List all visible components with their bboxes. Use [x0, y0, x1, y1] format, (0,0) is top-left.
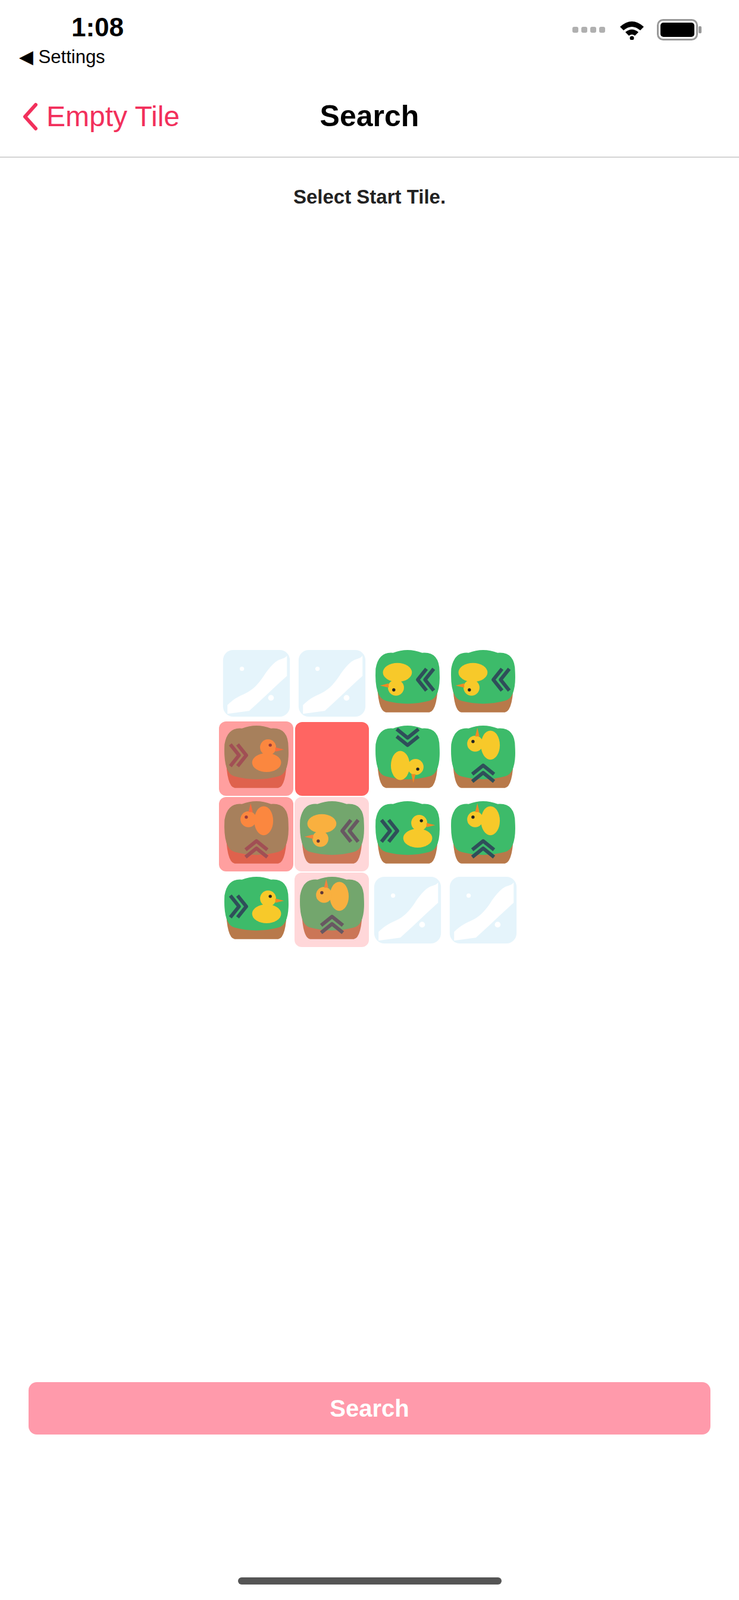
- back-button[interactable]: Empty Tile: [0, 95, 321, 139]
- wifi-icon: [618, 19, 645, 40]
- board-row: [218, 644, 521, 721]
- board-tile[interactable]: [445, 720, 521, 797]
- duck-tile-icon: [446, 646, 520, 720]
- water-tile-icon: [371, 873, 444, 947]
- duck-tile-icon: [220, 873, 293, 947]
- board-row: [218, 720, 521, 797]
- duck-tile-icon: [371, 722, 444, 795]
- duck-tile-icon: [371, 797, 444, 871]
- status-bar: 1:08◀ Settings: [0, 0, 739, 84]
- tile-highlight: [218, 721, 294, 796]
- water-tile-icon: [220, 646, 293, 720]
- board-tile[interactable]: [369, 796, 446, 872]
- tile-highlight: [294, 796, 369, 872]
- tile-highlight: [218, 796, 294, 872]
- board-tile[interactable]: [369, 644, 446, 721]
- board-tile[interactable]: [369, 720, 446, 797]
- duck-tile-icon: [446, 722, 520, 795]
- empty-tile: [295, 721, 369, 796]
- board-tile[interactable]: [445, 871, 521, 948]
- search-button[interactable]: Search: [28, 1381, 711, 1434]
- board: [218, 644, 521, 948]
- board-tile[interactable]: [293, 871, 370, 948]
- board-tile[interactable]: [218, 644, 294, 721]
- tile-highlight: [294, 872, 369, 947]
- prompt: Select Start Tile.: [0, 185, 739, 209]
- duck-tile-icon: [371, 646, 444, 720]
- board-tile[interactable]: [293, 720, 370, 797]
- status-time: 1:08: [71, 10, 124, 45]
- nav-bar: Empty TileSearch: [0, 83, 739, 158]
- signal-icon: [572, 25, 607, 34]
- home-indicator: [238, 1576, 502, 1584]
- screen: 1:08◀ SettingsEmpty TileSearchSelect Sta…: [0, 0, 739, 1600]
- back-to-app[interactable]: ◀ Settings: [19, 45, 124, 70]
- board-row: [218, 871, 521, 948]
- board-tile[interactable]: [218, 871, 294, 948]
- water-tile-icon: [295, 646, 369, 720]
- board-row: [218, 796, 521, 872]
- board-tile[interactable]: [369, 871, 446, 948]
- nav-title: Search: [320, 94, 420, 139]
- board-tile[interactable]: [218, 720, 294, 797]
- board-tile[interactable]: [445, 644, 521, 721]
- water-tile-icon: [446, 873, 520, 947]
- battery-icon: [656, 19, 703, 41]
- board-tile[interactable]: [293, 644, 370, 721]
- duck-tile-icon: [446, 797, 520, 871]
- board-tile[interactable]: [445, 796, 521, 872]
- board-tile[interactable]: [218, 796, 294, 872]
- chevron-left-icon: [21, 102, 39, 131]
- board-tile[interactable]: [293, 796, 370, 872]
